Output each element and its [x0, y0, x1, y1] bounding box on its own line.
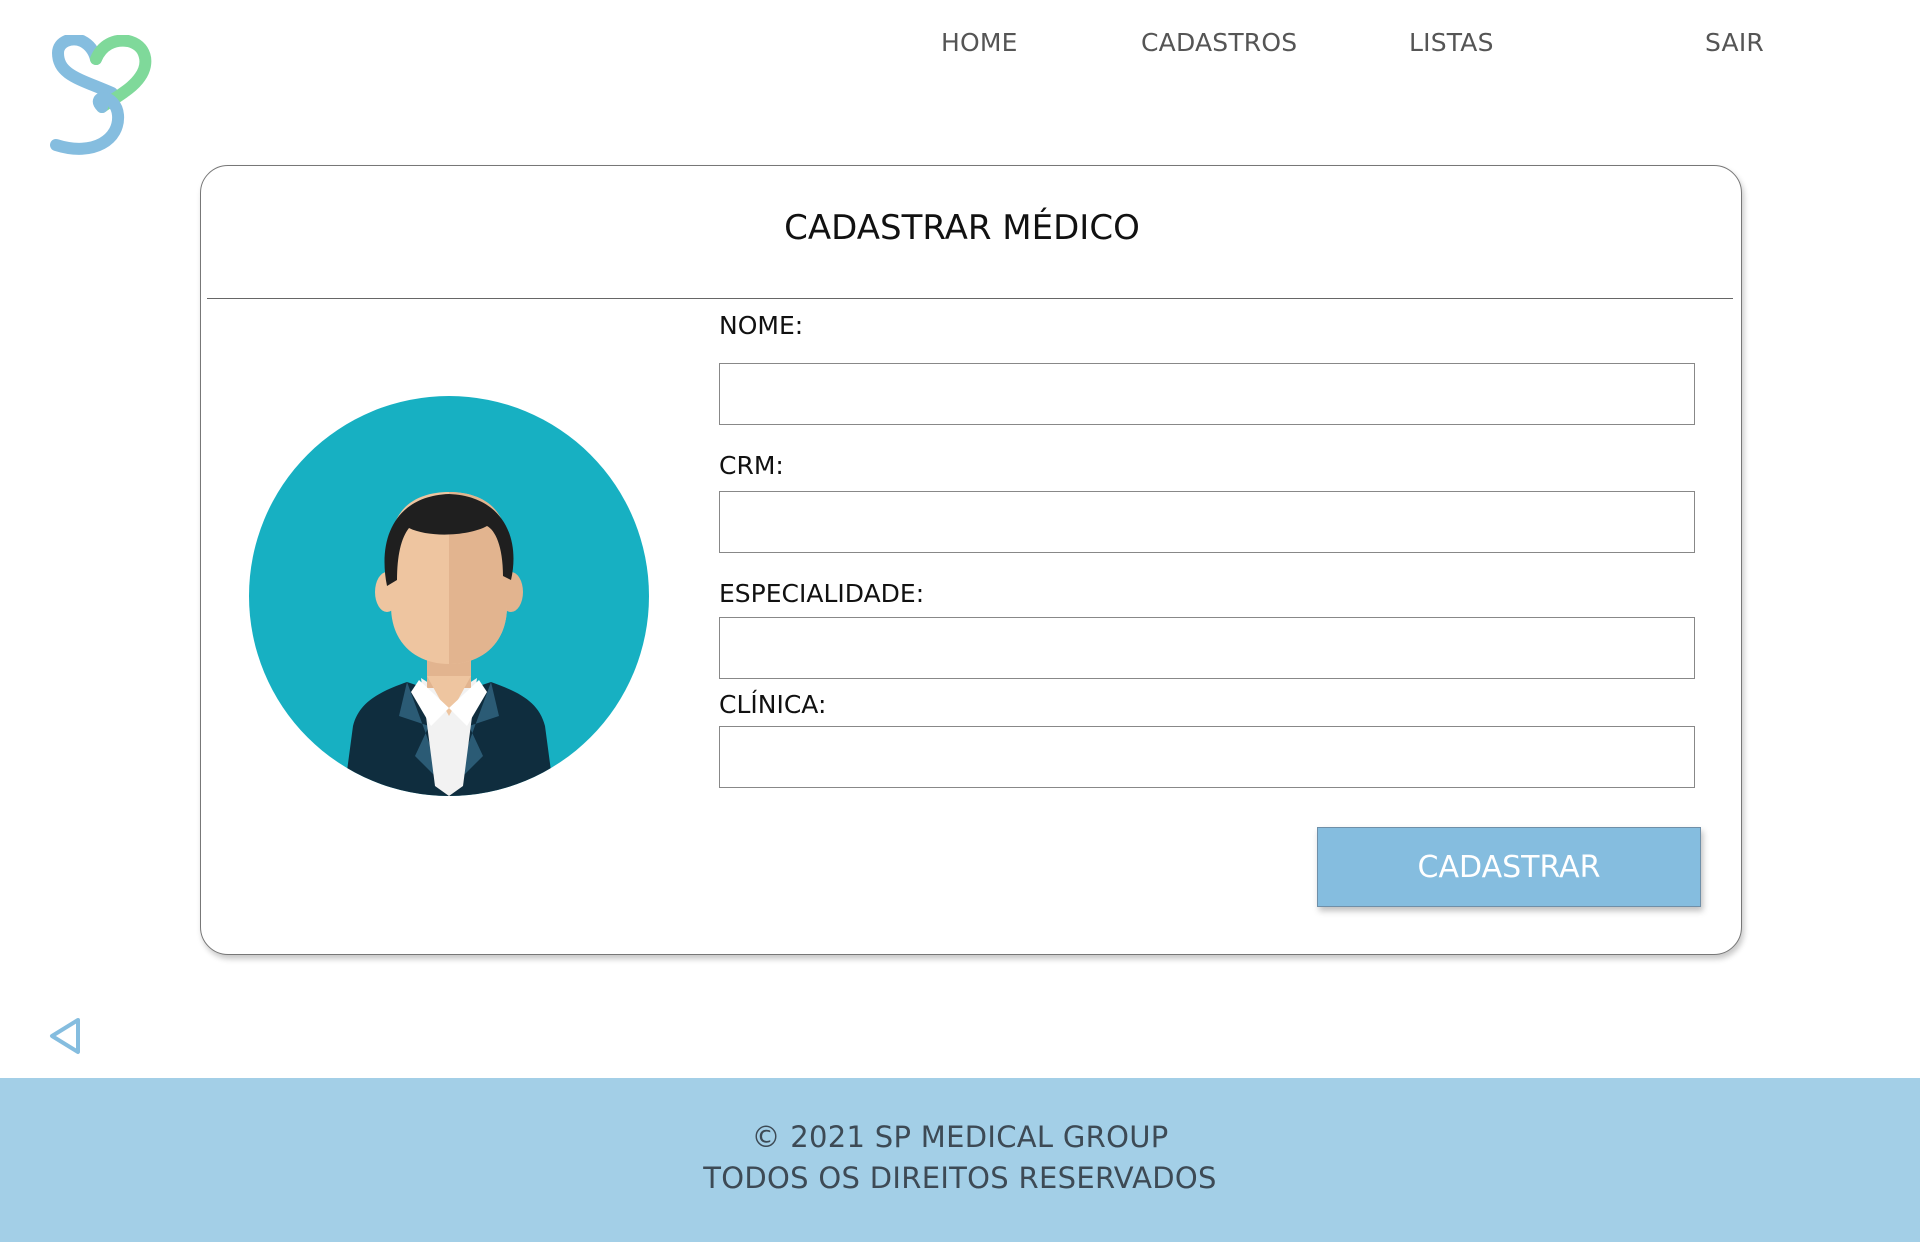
specialty-input[interactable]: [719, 617, 1695, 679]
nav-cadastros[interactable]: CADASTROS: [1141, 28, 1297, 57]
specialty-label: ESPECIALIDADE:: [719, 579, 925, 608]
heart-s-logo-icon[interactable]: [50, 35, 170, 160]
footer-copyright: © 2021 SP MEDICAL GROUP: [751, 1120, 1169, 1154]
back-triangle-icon[interactable]: [48, 1016, 82, 1056]
doctor-avatar-icon: [249, 396, 649, 796]
page-title: CADASTRAR MÉDICO: [784, 208, 1140, 248]
nav-sair[interactable]: SAIR: [1705, 28, 1764, 57]
nav-listas[interactable]: LISTAS: [1409, 28, 1494, 57]
crm-label: CRM:: [719, 451, 784, 480]
name-label: NOME:: [719, 311, 804, 340]
register-button[interactable]: CADASTRAR: [1317, 827, 1701, 907]
page: HOME CADASTROS LISTAS SAIR CADASTRAR MÉD…: [0, 0, 1920, 1242]
register-doctor-card: CADASTRAR MÉDICO NOME: CRM: ESPECIALIDAD…: [200, 165, 1742, 955]
name-input[interactable]: [719, 363, 1695, 425]
nav-home[interactable]: HOME: [941, 28, 1018, 57]
footer: © 2021 SP MEDICAL GROUP TODOS OS DIREITO…: [0, 1078, 1920, 1242]
crm-input[interactable]: [719, 491, 1695, 553]
title-divider: [207, 298, 1733, 299]
clinic-label: CLÍNICA:: [719, 690, 827, 719]
footer-rights: TODOS OS DIREITOS RESERVADOS: [703, 1161, 1217, 1195]
clinic-input[interactable]: [719, 726, 1695, 788]
